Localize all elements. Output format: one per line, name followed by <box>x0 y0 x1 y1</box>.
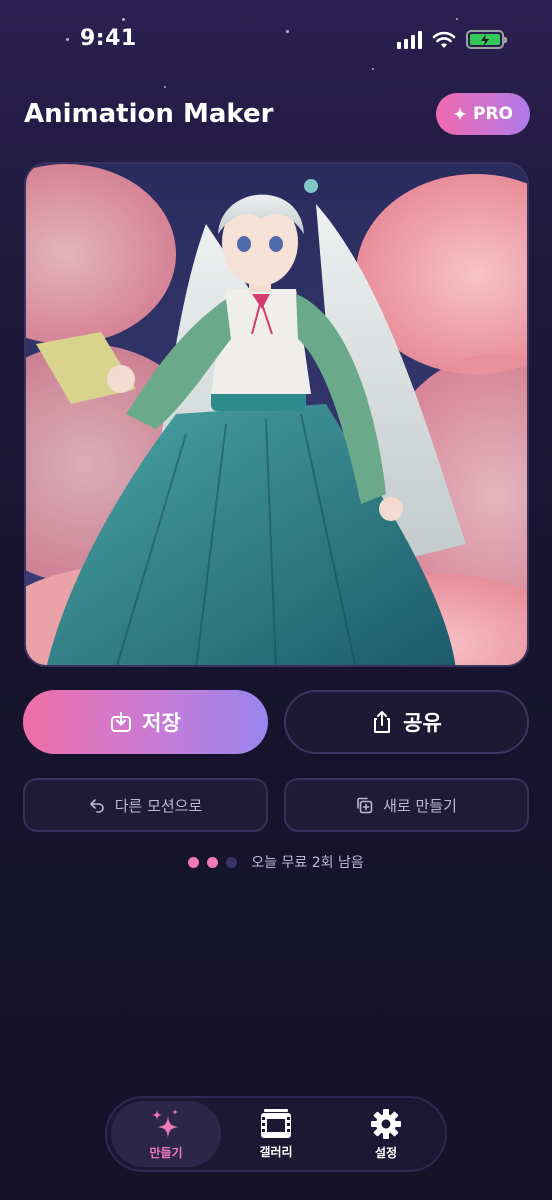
app-title: Animation Maker <box>24 99 274 129</box>
status-bar: 9:41 <box>0 0 552 80</box>
add-copy-icon <box>357 797 373 813</box>
save-button[interactable]: 저장 <box>23 690 268 754</box>
film-icon <box>261 1108 291 1138</box>
other-motion-label: 다른 모션으로 <box>114 796 203 815</box>
usage-text: 오늘 무료 2회 남음 <box>251 855 364 871</box>
bottom-tab-bar: 만들기 갤러리 설정 <box>105 1096 447 1172</box>
pro-label: PRO <box>472 104 513 124</box>
header: Animation Maker PRO <box>24 92 530 136</box>
download-icon <box>111 712 132 732</box>
share-button[interactable]: 공유 <box>284 690 529 754</box>
tab-settings[interactable]: 설정 <box>331 1101 441 1167</box>
sparkles-icon <box>152 1108 179 1138</box>
generated-image-preview <box>24 162 529 667</box>
sparkle-icon <box>452 107 467 121</box>
other-motion-button[interactable]: 다른 모션으로 <box>23 778 268 832</box>
usage-dot-used <box>207 856 219 868</box>
status-icons <box>397 30 507 49</box>
secondary-actions: 다른 모션으로 새로 만들기 <box>23 778 529 832</box>
share-label: 공유 <box>403 711 442 735</box>
tab-gallery[interactable]: 갤러리 <box>221 1101 331 1167</box>
wifi-icon <box>432 31 456 48</box>
star-decoration <box>164 86 166 88</box>
undo-icon <box>89 799 104 813</box>
free-usage-indicator: 오늘 무료 2회 남음 <box>0 852 552 872</box>
status-time: 9:41 <box>80 26 137 51</box>
new-creation-button[interactable]: 새로 만들기 <box>284 778 529 832</box>
battery-icon <box>466 30 507 49</box>
save-label: 저장 <box>142 711 181 735</box>
usage-dot-remaining <box>226 856 238 868</box>
primary-actions: 저장 공유 <box>23 690 529 754</box>
tab-gallery-label: 갤러리 <box>259 1144 293 1159</box>
pro-button[interactable]: PRO <box>436 93 530 135</box>
cellular-signal-icon <box>397 30 422 49</box>
tab-create-label: 만들기 <box>149 1145 183 1160</box>
usage-dot-used <box>188 856 200 868</box>
gear-icon <box>371 1108 401 1139</box>
new-creation-label: 새로 만들기 <box>383 796 457 815</box>
tab-create[interactable]: 만들기 <box>111 1101 221 1167</box>
anime-girl-illustration <box>26 164 527 665</box>
share-icon <box>374 711 391 733</box>
tab-settings-label: 설정 <box>374 1145 398 1160</box>
